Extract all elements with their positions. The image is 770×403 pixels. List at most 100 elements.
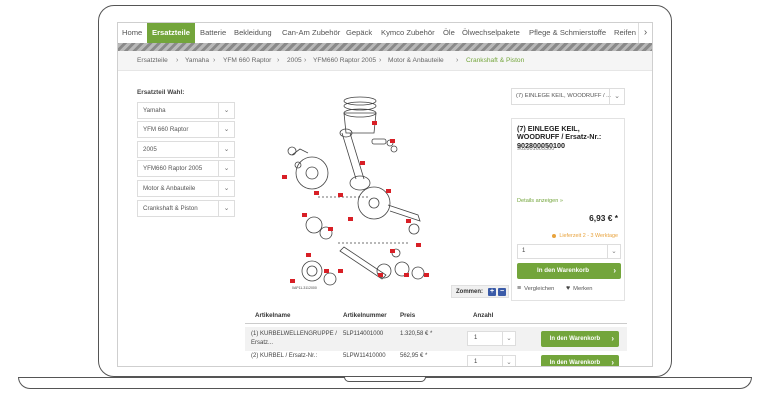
select-value: 2005 <box>143 146 157 153</box>
nav-item-kymco-zubehoer[interactable]: Kymco Zubehör <box>381 23 435 43</box>
zoom-control: Zommen: + − <box>451 285 509 298</box>
select-value: Motor & Anbauteile <box>143 185 196 192</box>
column-header: Anzahl <box>473 312 494 319</box>
details-link[interactable]: Details anzeigen » <box>517 198 563 204</box>
breadcrumb-current: Crankshaft & Piston <box>466 57 525 64</box>
column-header: Artikelnummer <box>343 312 387 319</box>
breadcrumb-item[interactable]: 2005 <box>287 51 302 71</box>
laptop-notch <box>344 377 426 382</box>
select-year[interactable]: 2005 ⌄ <box>137 141 235 158</box>
chevron-down-icon: ⌄ <box>609 89 624 104</box>
chevron-down-icon: ⌄ <box>218 103 234 118</box>
zoom-in-button[interactable]: + <box>488 288 496 296</box>
select-value: YFM660 Raptor 2005 <box>143 165 203 172</box>
compare-label: Vergleichen <box>524 286 555 292</box>
compare-link[interactable]: ≡ Vergleichen <box>517 285 554 292</box>
nav-item-gepaeck[interactable]: Gepäck <box>346 23 372 43</box>
remember-label: Merken <box>573 286 593 292</box>
select-value: YFM 660 Raptor <box>143 126 189 133</box>
part-name[interactable]: (2) KURBEL / Ersatz-Nr.: <box>251 353 317 359</box>
select-model[interactable]: YFM 660 Raptor ⌄ <box>137 121 235 138</box>
select-value: 1 <box>474 359 478 365</box>
nav-item-reifen[interactable]: Reifen <box>614 23 636 43</box>
part-price: 1.320,58 € * <box>400 331 433 337</box>
quantity-select[interactable]: 1 ⌄ <box>467 331 516 346</box>
chevron-down-icon: ⌄ <box>218 142 234 157</box>
part-number: 5LPW11410000 <box>343 353 386 359</box>
part-variant-select[interactable]: (7) EINLEGE KEIL, WOODRUFF / ... ⌄ <box>511 88 625 105</box>
breadcrumb-item[interactable]: YFM660 Raptor 2005 <box>313 51 376 71</box>
chevron-right-icon: › <box>611 334 614 343</box>
nav-item-bekleidung[interactable]: Bekleidung <box>234 23 272 43</box>
select-brand[interactable]: Yamaha ⌄ <box>137 102 235 119</box>
chevron-right-icon: › <box>277 57 280 64</box>
chevron-down-icon: ⌄ <box>218 161 234 176</box>
product-price: 6,93 € * <box>589 213 618 223</box>
select-value: Yamaha <box>143 107 166 114</box>
select-value: 1 <box>522 248 526 254</box>
breadcrumb-item[interactable]: Motor & Anbauteile <box>388 51 444 71</box>
nav-item-oele[interactable]: Öle <box>443 23 455 43</box>
breadcrumb: Ersatzteile › Yamaha › YFM 660 Raptor › … <box>118 51 652 71</box>
breadcrumb-item[interactable]: Ersatzteile <box>137 51 168 71</box>
chevron-down-icon: ⌄ <box>502 332 515 345</box>
nav-item-home[interactable]: Home <box>122 23 142 43</box>
remember-link[interactable]: ♥ Merken <box>566 285 593 292</box>
select-group[interactable]: Motor & Anbauteile ⌄ <box>137 180 235 197</box>
chevron-right-icon: › <box>213 57 216 64</box>
quantity-select[interactable]: 1 ⌄ <box>467 355 516 366</box>
nav-divider-stripe <box>118 43 652 51</box>
heart-icon: ♥ <box>566 285 571 292</box>
parts-table-header: Artikelname Artikelnummer Preis Anzahl <box>245 308 627 324</box>
part-price: 562,95 € * <box>400 353 428 359</box>
nav-item-ersatzteile[interactable]: Ersatzteile <box>147 23 195 43</box>
button-label: In den Warenkorb <box>549 360 601 366</box>
chevron-right-icon: › <box>456 57 459 64</box>
nav-item-can-am-zubehoer[interactable]: Can-Am Zubehör <box>282 23 340 43</box>
chevron-down-icon: ⌄ <box>218 181 234 196</box>
browser-screen: Home Ersatzteile Batterie Bekleidung Can… <box>117 22 653 367</box>
chevron-right-icon: › <box>304 57 307 64</box>
select-value: 1 <box>474 335 478 341</box>
button-label: In den Warenkorb <box>536 267 590 274</box>
add-to-cart-button[interactable]: In den Warenkorb › <box>541 355 619 367</box>
nav-item-oelwechselpakete[interactable]: Ölwechselpakete <box>462 23 520 43</box>
add-to-cart-button[interactable]: In den Warenkorb › <box>541 331 619 347</box>
table-row: (2) KURBEL / Ersatz-Nr.: 5LPW11410000 56… <box>245 351 627 367</box>
main-navigation: Home Ersatzteile Batterie Bekleidung Can… <box>118 23 652 43</box>
chevron-down-icon: ⌄ <box>218 201 234 216</box>
chevron-right-icon: › <box>613 266 616 275</box>
chevron-down-icon: ⌄ <box>218 122 234 137</box>
breadcrumb-item[interactable]: Yamaha <box>185 51 209 71</box>
status-dot-icon <box>552 233 557 238</box>
table-row: (1) KURBELWELLENGRUPPE / Ersatz... 5LP11… <box>245 327 627 351</box>
zoom-out-button[interactable]: − <box>498 288 506 296</box>
select-model-year[interactable]: YFM660 Raptor 2005 ⌄ <box>137 160 235 177</box>
zoom-label: Zommen: <box>456 289 483 295</box>
add-to-cart-button[interactable]: In den Warenkorb › <box>517 263 621 279</box>
buy-box: (7) EINLEGE KEIL, WOODRUFF / Ersatz-Nr.:… <box>511 118 625 301</box>
delivery-status: Lieferzeit 2 - 3 Werktage <box>552 233 618 239</box>
nav-item-batterie[interactable]: Batterie <box>200 23 226 43</box>
compare-icon: ≡ <box>517 285 522 292</box>
sidebar-title: Ersatzteil Wahl: <box>137 89 185 96</box>
select-value: (7) EINLEGE KEIL, WOODRUFF / ... <box>516 93 612 99</box>
select-value: Crankshaft & Piston <box>143 205 198 212</box>
chevron-right-icon: › <box>611 358 614 367</box>
column-header[interactable]: Artikelname <box>255 312 290 319</box>
breadcrumb-item[interactable]: YFM 660 Raptor <box>223 51 271 71</box>
chevron-down-icon: ⌄ <box>607 245 620 258</box>
chevron-right-icon: › <box>176 57 179 64</box>
chevron-right-icon[interactable]: › <box>638 23 652 43</box>
diagram-code: 0AP11-3112000 <box>292 286 317 290</box>
column-header: Preis <box>400 312 416 319</box>
quantity-select[interactable]: 1 ⌄ <box>517 244 621 259</box>
part-name[interactable]: (1) KURBELWELLENGRUPPE / <box>251 331 337 337</box>
exploded-parts-diagram[interactable]: 0AP11-3112000 <box>278 93 438 291</box>
button-label: In den Warenkorb <box>549 336 601 342</box>
chevron-down-icon: ⌄ <box>502 356 515 366</box>
nav-item-pflege-schmierstoffe[interactable]: Pflege & Schmierstoffe <box>529 23 606 43</box>
part-number: 5LP114001000 <box>343 331 384 337</box>
select-category[interactable]: Crankshaft & Piston ⌄ <box>137 200 235 217</box>
product-number: 902801605300 <box>517 146 555 152</box>
